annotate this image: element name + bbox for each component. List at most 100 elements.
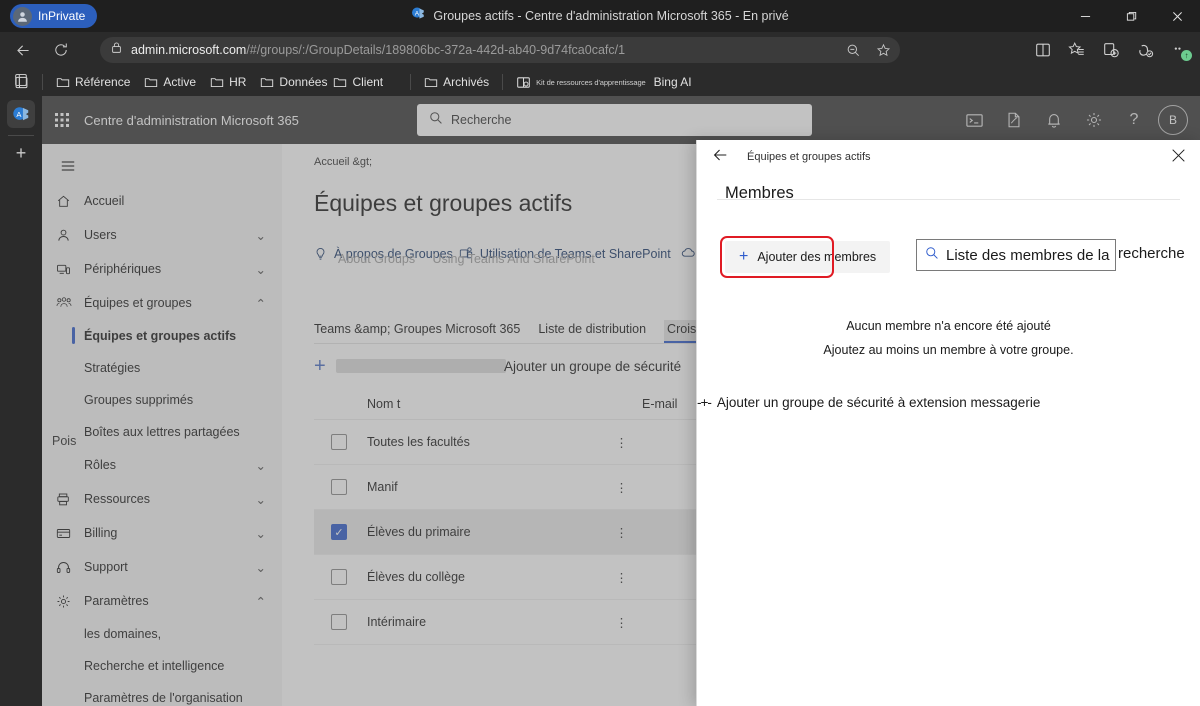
- flyout-breadcrumb[interactable]: Équipes et groupes actifs: [747, 151, 871, 163]
- chevron-down-icon[interactable]: ⌄: [256, 458, 266, 473]
- bookmark-label: Kit de ressources d'apprentissage: [536, 77, 646, 87]
- feedback-icon[interactable]: [994, 100, 1034, 140]
- sidebar-item-strategies[interactable]: Stratégies: [42, 352, 282, 384]
- site-favicon-icon: A: [411, 6, 426, 26]
- sidebar-item-accueil[interactable]: Accueil: [42, 184, 282, 218]
- help-icon[interactable]: ?: [1114, 100, 1154, 140]
- row-checkbox[interactable]: [331, 434, 347, 450]
- sidebar-item-billing[interactable]: Billing ⌄: [42, 516, 282, 550]
- sidebar-item-parametres[interactable]: Paramètres ⌃: [42, 584, 282, 618]
- empty-state-subtitle: Ajoutez au moins un membre à votre group…: [823, 343, 1074, 357]
- sidebar-item-peripheriques[interactable]: Périphériques ⌄: [42, 252, 282, 286]
- bookmark-item-archives[interactable]: Archivés: [417, 72, 496, 92]
- back-arrow-icon[interactable]: [8, 36, 38, 64]
- sidebar-subitem-label: Stratégies: [84, 361, 141, 375]
- bookmark-item-active[interactable]: Active: [137, 72, 203, 92]
- bookmark-item-client[interactable]: Client: [326, 72, 390, 92]
- tab-teams-groupes-m365[interactable]: Teams &amp; Groupes Microsoft 365: [314, 322, 520, 343]
- sidebar-item-les-domaines[interactable]: les domaines,: [42, 618, 282, 650]
- chevron-down-icon[interactable]: ⌄: [256, 526, 266, 541]
- row-checkbox-cell[interactable]: [314, 479, 367, 495]
- chevron-down-icon[interactable]: ⌄: [256, 228, 266, 243]
- settings-more-icon[interactable]: ↑: [1162, 36, 1196, 64]
- row-more-actions-icon[interactable]: ⋮: [602, 570, 642, 585]
- sidebar-item-equipes-et-groupes-actifs[interactable]: Équipes et groupes actifs: [42, 320, 282, 352]
- chevron-up-icon[interactable]: ⌃: [256, 594, 266, 609]
- row-checkbox[interactable]: [331, 479, 347, 495]
- cloud-icon: [681, 246, 696, 262]
- app-launcher-icon[interactable]: [42, 96, 82, 144]
- sidebar-item-equipes-et-groupes[interactable]: Équipes et groupes ⌃: [42, 286, 282, 320]
- row-more-actions-icon[interactable]: ⋮: [602, 525, 642, 540]
- bell-icon[interactable]: [1034, 100, 1074, 140]
- console-icon[interactable]: [954, 100, 994, 140]
- new-tab-button[interactable]: +: [7, 139, 35, 167]
- row-checkbox[interactable]: [331, 569, 347, 585]
- sidebar-item-recherche-intelligence[interactable]: Recherche et intelligence: [42, 650, 282, 682]
- gear-icon[interactable]: [1074, 100, 1114, 140]
- row-checkbox-cell[interactable]: [314, 614, 367, 630]
- bookmark-item-hr[interactable]: HR: [203, 72, 253, 92]
- reload-icon[interactable]: [46, 36, 76, 64]
- sidebar-item-label: Périphériques: [84, 262, 162, 276]
- bookmark-label: HR: [229, 75, 247, 89]
- chevron-down-icon[interactable]: ⌄: [256, 262, 266, 277]
- bookmark-label: Client: [352, 75, 384, 89]
- row-checkbox-cell[interactable]: [314, 434, 367, 450]
- sidebar-item-groupes-supprimes[interactable]: Groupes supprimés: [42, 384, 282, 416]
- maximize-button[interactable]: [1108, 0, 1154, 32]
- column-header-nom[interactable]: Nom t: [367, 397, 602, 411]
- hamburger-icon[interactable]: [48, 148, 88, 184]
- bookmark-item-donnees[interactable]: Données: [253, 72, 334, 92]
- close-window-button[interactable]: [1154, 0, 1200, 32]
- members-search-input[interactable]: Liste des membres de la: [916, 239, 1116, 271]
- row-checkbox-cell[interactable]: ✓: [314, 524, 367, 540]
- billing-icon: [56, 526, 84, 541]
- row-more-actions-icon[interactable]: ⋮: [602, 480, 642, 495]
- tab-label: Liste de distribution: [538, 322, 647, 336]
- row-more-actions-icon[interactable]: ⋮: [602, 615, 642, 630]
- chevron-down-icon[interactable]: ⌄: [256, 560, 266, 575]
- sidebar-item-ressources[interactable]: Ressources ⌄: [42, 482, 282, 516]
- empty-state-title: Aucun membre n'a encore été ajouté: [846, 319, 1051, 333]
- vertical-tab-m365[interactable]: A: [7, 100, 35, 128]
- bookmark-item-bing-ai[interactable]: Bing AI: [647, 72, 699, 92]
- address-bar-url: admin.microsoft.com/#/groups/:/GroupDeta…: [131, 43, 625, 57]
- copilot-icon[interactable]: [1128, 36, 1162, 64]
- sidebar-item-support[interactable]: Support ⌄: [42, 550, 282, 584]
- split-screen-icon[interactable]: [1026, 36, 1060, 64]
- back-arrow-icon[interactable]: [711, 146, 729, 169]
- collections-icon[interactable]: [1060, 36, 1094, 64]
- row-more-actions-icon[interactable]: ⋮: [602, 435, 642, 450]
- add-mail-enabled-security-group-button[interactable]: -+- Ajouter un groupe de sécurité à exte…: [697, 395, 1200, 410]
- tab-liste-de-distribution[interactable]: Liste de distribution: [538, 322, 646, 343]
- plus-icon[interactable]: +: [314, 356, 326, 376]
- global-search-input[interactable]: Recherche: [417, 104, 812, 136]
- row-checkbox[interactable]: [331, 614, 347, 630]
- bookmark-item-reference[interactable]: Référence: [49, 72, 137, 92]
- address-bar[interactable]: admin.microsoft.com/#/groups/:/GroupDeta…: [100, 37, 900, 63]
- sidebar-item-users[interactable]: Users ⌄: [42, 218, 282, 252]
- sidebar-item-boites-partagees[interactable]: Boîtes aux lettres partagées: [42, 416, 282, 448]
- add-mail-enabled-security-group-label: Ajouter un groupe de sécurité à extensio…: [716, 395, 1041, 410]
- bookmark-item-learning-kit[interactable]: Kit de ressources d'apprentissage: [509, 72, 652, 93]
- avatar[interactable]: B: [1158, 105, 1188, 135]
- chevron-up-icon[interactable]: ⌃: [256, 296, 266, 311]
- browser-essentials-icon[interactable]: [1094, 36, 1128, 64]
- row-checkbox[interactable]: ✓: [331, 524, 347, 540]
- inprivate-badge[interactable]: InPrivate: [10, 4, 98, 28]
- sidebar-tabs-icon[interactable]: [8, 68, 34, 92]
- sidebar-item-parametres-organisation[interactable]: Paramètres de l'organisation: [42, 682, 282, 706]
- add-security-group-button[interactable]: Ajouter un groupe de sécurité: [504, 359, 681, 374]
- m365-header-actions: ? B: [954, 96, 1196, 144]
- minimize-button[interactable]: [1062, 0, 1108, 32]
- row-checkbox-cell[interactable]: [314, 569, 367, 585]
- row-name: Élèves du primaire: [367, 525, 471, 539]
- chevron-down-icon[interactable]: ⌄: [256, 492, 266, 507]
- favorite-star-icon[interactable]: [868, 37, 898, 63]
- zoom-out-icon[interactable]: [838, 37, 868, 63]
- window-controls: [1062, 0, 1200, 32]
- sidebar-subitem-label: Boîtes aux lettres partagées: [84, 425, 240, 439]
- close-icon[interactable]: [1171, 148, 1186, 168]
- sidebar-item-roles[interactable]: Rôles ⌄: [42, 448, 282, 482]
